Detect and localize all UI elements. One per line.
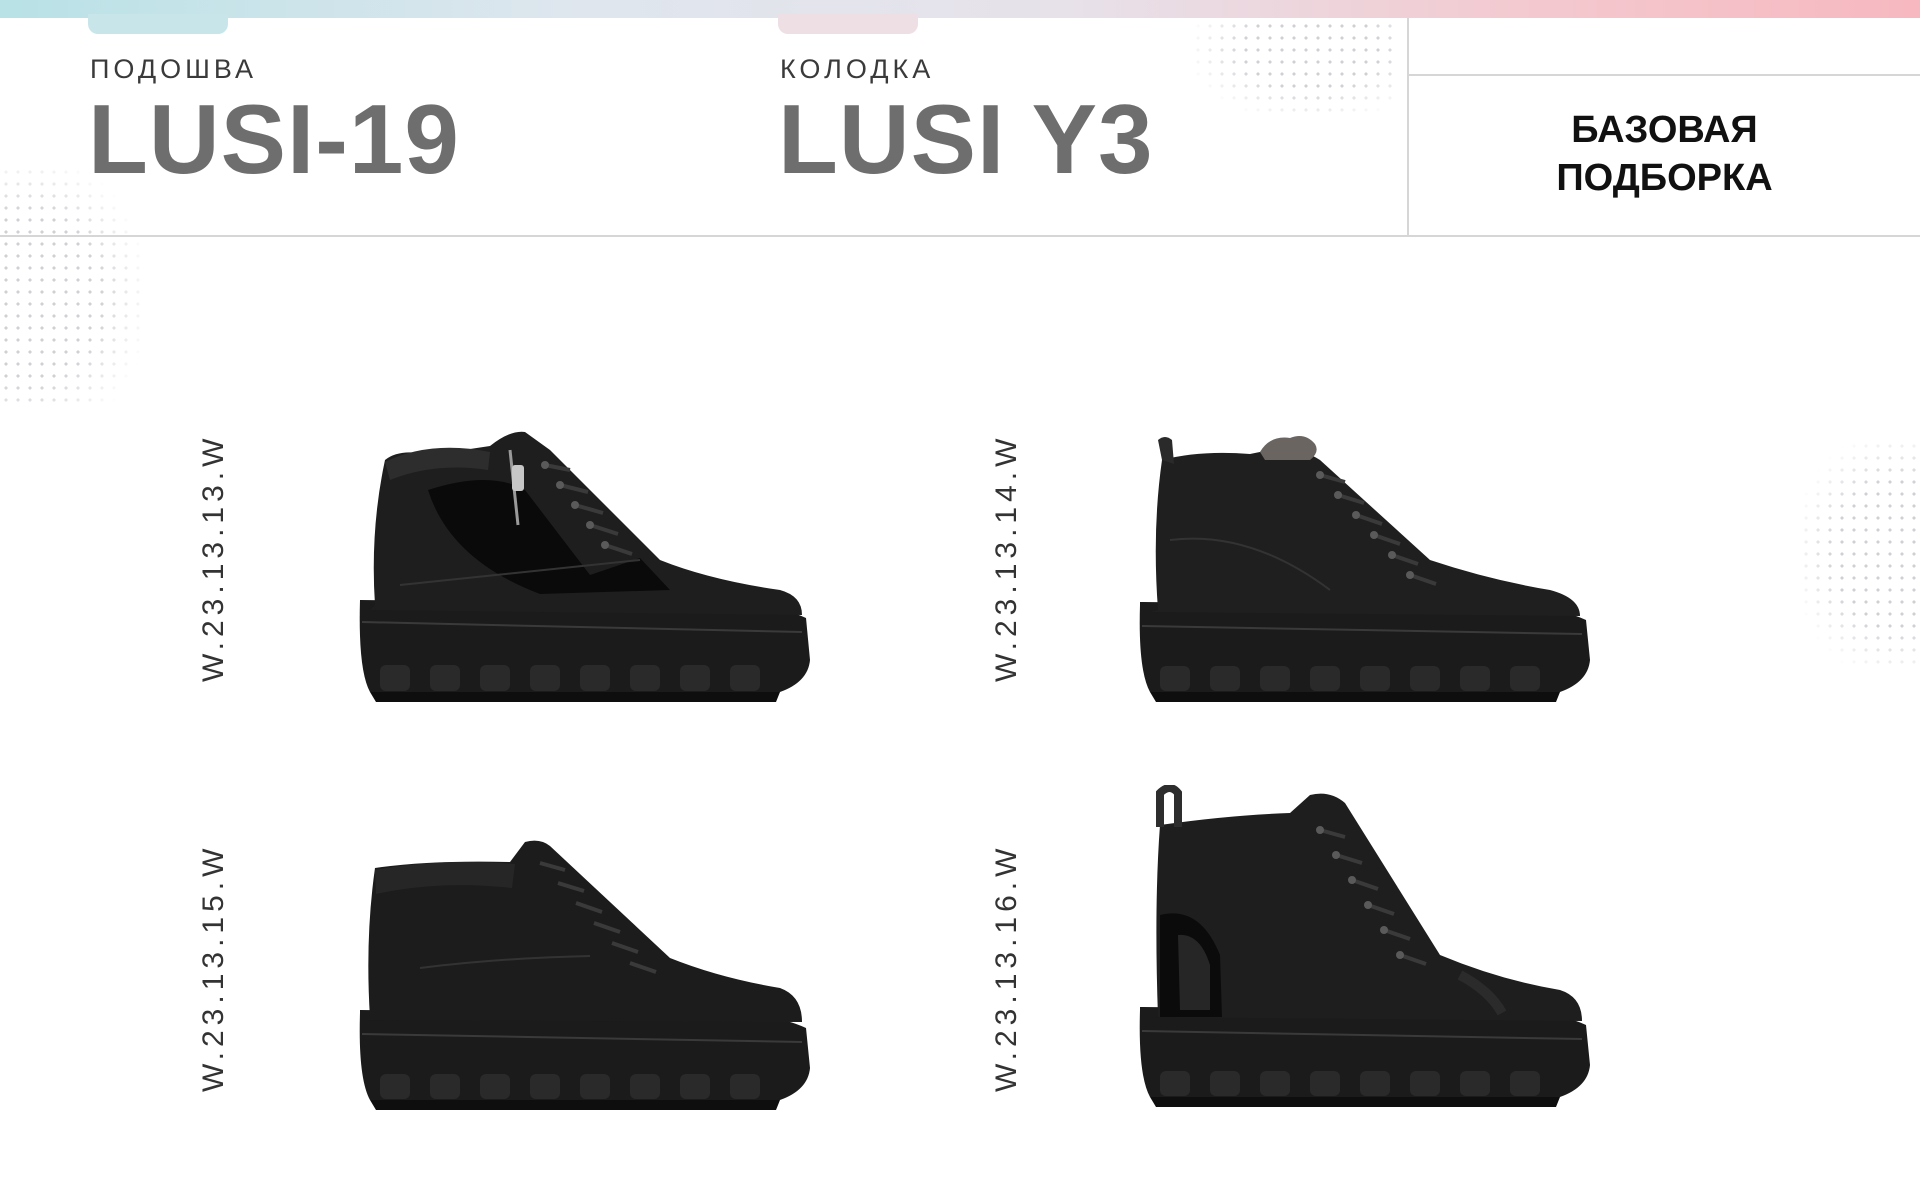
product-image-high-top-plain	[359, 840, 810, 1110]
top-tab-middle	[778, 14, 918, 34]
top-gradient-band	[0, 0, 1920, 18]
top-tab-left	[88, 14, 228, 34]
last-model: LUSI Y3	[778, 84, 1154, 194]
dot-pattern-left	[0, 166, 140, 406]
product-sku: W.23.13.15.W	[197, 843, 230, 1092]
product-image-boot-zip	[359, 431, 810, 702]
product-image-high-top-fur	[1139, 436, 1590, 702]
product-sku: W.23.13.13.W	[197, 433, 230, 682]
catalog-page: ПОДОШВА LUSI-19 КОЛОДКА LUSI Y3 БАЗОВАЯ …	[0, 0, 1920, 1200]
collection-title-line-1: БАЗОВАЯ	[1571, 109, 1758, 151]
sole-label: ПОДОШВА	[90, 54, 257, 84]
collection-title: БАЗОВАЯ ПОДБОРКА	[1409, 106, 1920, 202]
sole-model: LUSI-19	[88, 84, 460, 194]
last-label: КОЛОДКА	[780, 54, 935, 84]
product-sku: W.23.13.16.W	[990, 843, 1023, 1092]
product-image-high-top-pull-tab	[1139, 785, 1590, 1107]
product-sku: W.23.13.14.W	[990, 433, 1023, 682]
collection-title-line-2: ПОДБОРКА	[1556, 157, 1773, 199]
header-divider-right	[1409, 74, 1920, 76]
dot-pattern-right	[1800, 440, 1920, 670]
dot-pattern-top-right	[1192, 20, 1392, 120]
header-divider-bottom	[0, 235, 1920, 237]
